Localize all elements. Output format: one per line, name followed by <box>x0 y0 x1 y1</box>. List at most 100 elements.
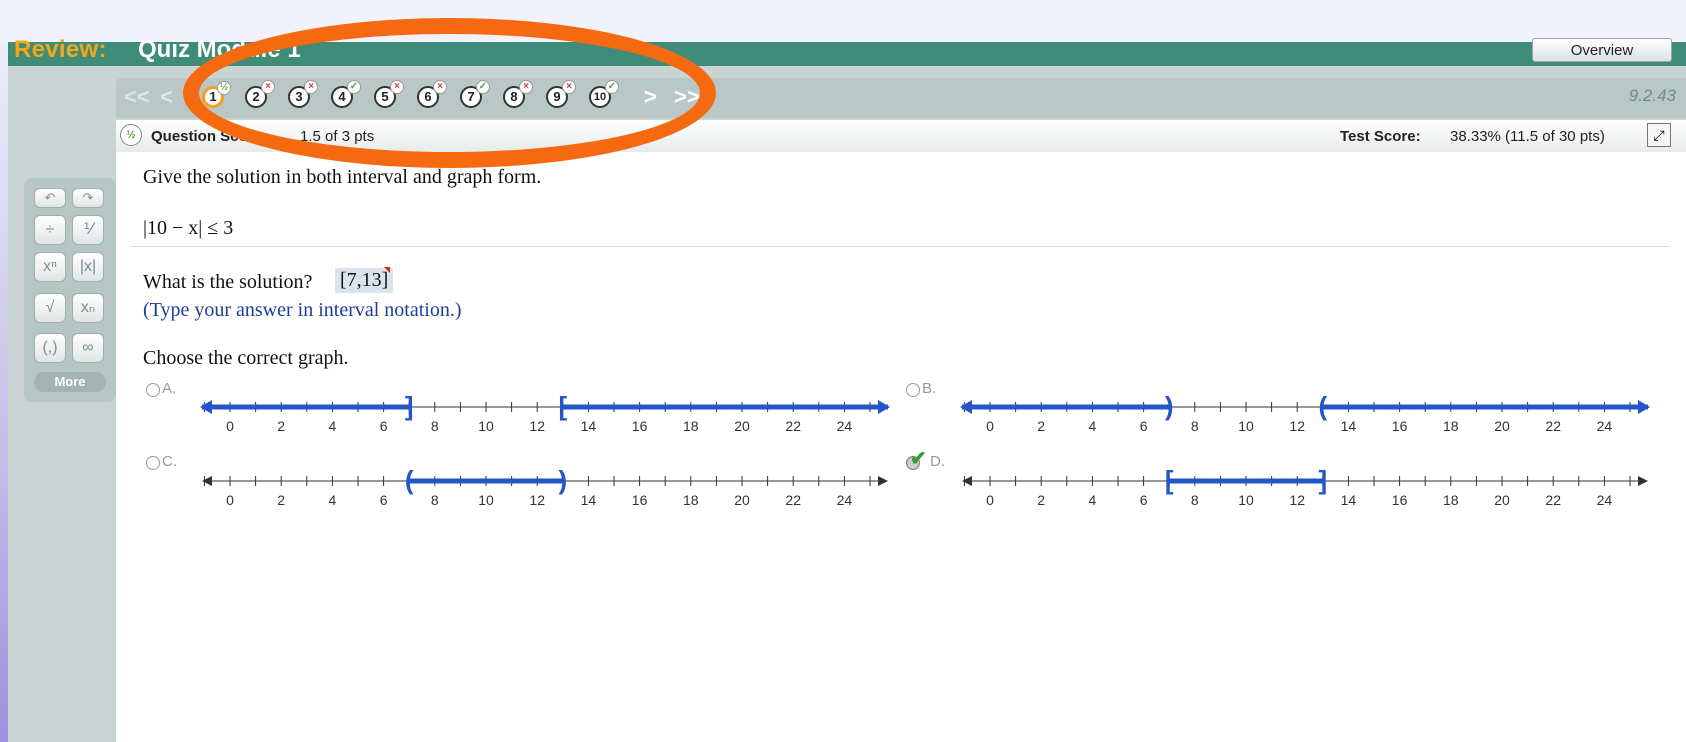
test-score-label: Test Score: <box>1340 128 1421 145</box>
tick-label: 22 <box>1545 492 1561 508</box>
tick-label: 14 <box>1341 492 1357 508</box>
expand-icon[interactable]: ⤢ <box>1647 123 1671 147</box>
solution-question: What is the solution? <box>143 271 313 293</box>
tick-label: 0 <box>986 492 994 508</box>
review-label: Review: <box>14 36 107 63</box>
tick-label: 12 <box>529 418 545 434</box>
tick-label: 2 <box>277 418 285 434</box>
tick-label: 24 <box>837 418 853 434</box>
mixed-number-icon[interactable]: ⅟ <box>72 215 104 245</box>
fraction-icon[interactable]: ÷ <box>34 215 66 245</box>
ray-right-arrow-icon <box>878 400 890 414</box>
more-tools-button[interactable]: More <box>34 372 106 392</box>
infinity-icon[interactable]: ∞ <box>72 333 104 363</box>
option-a-label: A. <box>162 380 177 397</box>
question-panel <box>116 152 1686 742</box>
test-score-value: 38.33% (11.5 of 30 pts) <box>1450 128 1605 145</box>
tick-label: 6 <box>380 418 388 434</box>
tick-label: 10 <box>1238 492 1254 508</box>
option-a-number-line: 0 2 4 6 8 10 12 14 16 18 20 22 24][ <box>200 393 890 434</box>
tick-label: 8 <box>1191 418 1199 434</box>
first-question-button[interactable]: << <box>124 84 150 110</box>
question-prompt: Give the solution in both interval and g… <box>143 166 542 188</box>
endpoint-bracket: [ <box>558 393 567 421</box>
interval-icon[interactable]: (,) <box>34 333 66 363</box>
math-toolbar <box>24 178 116 402</box>
option-d-label: D. <box>930 453 945 470</box>
divider <box>130 246 1670 247</box>
tick-label: 20 <box>1494 492 1510 508</box>
tick-label: 16 <box>1392 418 1408 434</box>
tick-label: 24 <box>1597 492 1613 508</box>
tick-label: 4 <box>1089 492 1097 508</box>
endpoint-bracket: ] <box>1318 467 1327 495</box>
tick-label: 14 <box>581 492 597 508</box>
tick-label: 22 <box>785 492 801 508</box>
tick-label: 16 <box>632 492 648 508</box>
inequality: |10 − x| ≤ 3 <box>143 217 234 239</box>
tick-label: 10 <box>478 418 494 434</box>
tick-label: 2 <box>1037 418 1045 434</box>
tick-label: 16 <box>1392 492 1408 508</box>
undo-icon[interactable]: ↶ <box>34 188 66 208</box>
axis-left-arrow-icon <box>962 476 972 486</box>
option-c-radio[interactable] <box>146 456 160 470</box>
endpoint-bracket: ( <box>1318 393 1327 421</box>
tick-label: 8 <box>431 492 439 508</box>
tick-label: 4 <box>1089 418 1097 434</box>
tick-label: 0 <box>226 492 234 508</box>
tick-label: 6 <box>380 492 388 508</box>
subscript-icon[interactable]: xₙ <box>72 293 104 323</box>
correct-checkmark-icon: ✔ <box>910 448 927 470</box>
partial-credit-icon: ½ <box>120 124 142 146</box>
option-b-number-line: 0 2 4 6 8 10 12 14 16 18 20 22 24)( <box>960 393 1650 434</box>
option-b-label: B. <box>922 380 937 397</box>
tick-label: 12 <box>1289 492 1305 508</box>
tick-label: 14 <box>1341 418 1357 434</box>
tick-label: 22 <box>1545 418 1561 434</box>
tick-label: 14 <box>581 418 597 434</box>
tick-label: 4 <box>329 492 337 508</box>
tick-label: 0 <box>986 418 994 434</box>
option-a-radio[interactable] <box>146 383 160 397</box>
tick-label: 0 <box>226 418 234 434</box>
annotation-circle <box>183 18 716 168</box>
answer-hint: (Type your answer in interval notation.) <box>143 299 462 321</box>
tick-label: 12 <box>1289 418 1305 434</box>
tick-label: 18 <box>1443 492 1459 508</box>
option-c-number-line: 0 2 4 6 8 10 12 14 16 18 20 22 24() <box>202 467 888 508</box>
endpoint-bracket: ( <box>405 467 414 495</box>
window-edge-gradient <box>0 42 8 742</box>
exponent-icon[interactable]: xⁿ <box>34 252 66 282</box>
tick-label: 10 <box>1238 418 1254 434</box>
tick-label: 24 <box>1597 418 1613 434</box>
tick-label: 4 <box>329 418 337 434</box>
endpoint-bracket: [ <box>1165 467 1174 495</box>
tick-label: 20 <box>734 492 750 508</box>
tick-label: 18 <box>683 418 699 434</box>
previous-question-button[interactable]: < <box>160 84 173 110</box>
tick-label: 2 <box>277 492 285 508</box>
tick-label: 18 <box>1443 418 1459 434</box>
ray-left-arrow-icon <box>960 400 972 414</box>
option-d-number-line: 0 2 4 6 8 10 12 14 16 18 20 22 24[] <box>962 467 1648 508</box>
ray-right-arrow-icon <box>1638 400 1650 414</box>
tick-label: 2 <box>1037 492 1045 508</box>
version-label: 9.2.43 <box>1628 86 1676 105</box>
absolute-value-icon[interactable]: |x| <box>72 252 104 282</box>
graph-prompt: Choose the correct graph. <box>143 347 349 369</box>
tick-label: 12 <box>529 492 545 508</box>
option-b-radio[interactable] <box>906 383 920 397</box>
tick-label: 20 <box>734 418 750 434</box>
endpoint-bracket: ) <box>1165 393 1174 421</box>
tick-label: 8 <box>431 418 439 434</box>
overview-button[interactable]: Overview <box>1532 38 1672 62</box>
tick-label: 18 <box>683 492 699 508</box>
axis-right-arrow-icon <box>878 476 888 486</box>
tick-label: 10 <box>478 492 494 508</box>
endpoint-bracket: ] <box>405 393 414 421</box>
endpoint-bracket: ) <box>558 467 567 495</box>
tick-label: 22 <box>785 418 801 434</box>
square-root-icon[interactable]: √ <box>34 293 66 323</box>
redo-icon[interactable]: ↷ <box>72 188 104 208</box>
